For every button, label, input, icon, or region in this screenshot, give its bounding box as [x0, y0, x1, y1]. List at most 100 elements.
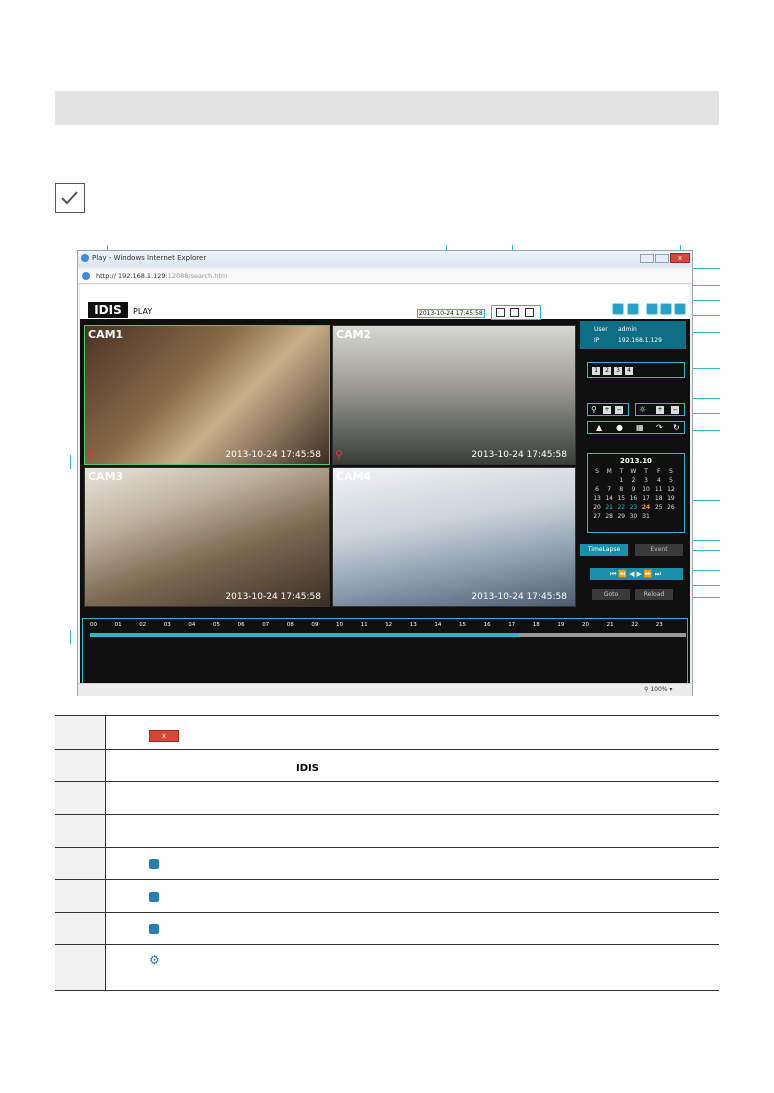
calendar-day[interactable]: 12: [665, 485, 677, 494]
user-label: User: [594, 326, 608, 333]
weekday-label: T: [644, 468, 648, 475]
camera-button-3[interactable]: 3: [614, 367, 622, 375]
camera-button-2[interactable]: 2: [603, 367, 611, 375]
calendar-day[interactable]: [591, 476, 603, 485]
calendar-day[interactable]: 30: [627, 512, 639, 521]
layout-3x3-button[interactable]: [525, 308, 534, 317]
camera-view-3[interactable]: CAM3 2013-10-24 17:45:58: [84, 467, 330, 607]
minimize-button[interactable]: [640, 254, 654, 263]
calendar-day[interactable]: 14: [603, 494, 615, 503]
calendar-day[interactable]: 27: [591, 512, 603, 521]
brightness-icon: ☼: [639, 405, 647, 414]
row-description-cell: ⚙: [105, 944, 719, 991]
export-icon[interactable]: [612, 303, 624, 315]
fast-forward-icon[interactable]: ⏩: [644, 570, 655, 578]
play-icon[interactable]: ▶: [637, 570, 644, 578]
timeline-hour-label: 18: [532, 622, 540, 628]
zoom-icon[interactable]: ⚲: [335, 448, 343, 461]
event-button[interactable]: Event: [635, 544, 683, 556]
calendar-day[interactable]: 7: [603, 485, 615, 494]
calendar-day[interactable]: [603, 476, 615, 485]
row-description-cell: x: [105, 715, 719, 750]
last-frame-icon[interactable]: ⏭: [655, 570, 663, 578]
camera-view-2[interactable]: CAM2 2013-10-24 17:45:58 ⚲: [332, 325, 576, 465]
close-button[interactable]: x: [670, 253, 690, 263]
calendar-day[interactable]: 8: [615, 485, 627, 494]
calendar-day[interactable]: 10: [639, 485, 652, 494]
calendar-day[interactable]: 1: [615, 476, 627, 485]
calendar-day[interactable]: 11: [653, 485, 665, 494]
calendar-day[interactable]: 15: [615, 494, 627, 503]
internet-explorer-icon: [81, 254, 89, 262]
calendar-day[interactable]: 31: [639, 512, 652, 521]
calendar-day[interactable]: [653, 512, 665, 521]
calendar-day[interactable]: 28: [603, 512, 615, 521]
timeline-hour-label: 07: [262, 622, 270, 628]
calendar-day[interactable]: 17: [639, 494, 652, 503]
calendar-day[interactable]: 21: [603, 503, 615, 512]
calendar-day[interactable]: 23: [627, 503, 639, 512]
calendar-day[interactable]: 5: [665, 476, 677, 485]
equalize-icon[interactable]: ▦: [636, 423, 644, 432]
callout-line: [690, 430, 720, 431]
calendar-day[interactable]: 16: [627, 494, 639, 503]
step-backward-icon[interactable]: ◀: [629, 570, 636, 578]
maximize-button[interactable]: [655, 254, 669, 263]
print-icon[interactable]: [627, 303, 639, 315]
goto-button[interactable]: Goto: [592, 589, 630, 600]
blur-icon[interactable]: ●: [616, 423, 623, 432]
camera-view-4[interactable]: CAM4 2013-10-24 17:45:58: [332, 467, 576, 607]
calendar-day[interactable]: 19: [665, 494, 677, 503]
timeline-hour-label: 16: [483, 622, 491, 628]
reload-button[interactable]: Reload: [635, 589, 673, 600]
camera-button-1[interactable]: 1: [592, 367, 600, 375]
calendar-day[interactable]: 26: [665, 503, 677, 512]
timeline[interactable]: 00 01 02 03 04 05 06 07 08 09 10 11 12 13 14 15 16 17 18 19…: [82, 618, 688, 684]
calendar-day-selected[interactable]: 24: [639, 503, 652, 512]
timeline-track[interactable]: [90, 633, 686, 637]
weekday-label: F: [657, 468, 661, 475]
calendar-day[interactable]: 18: [653, 494, 665, 503]
callout-line: [690, 285, 720, 286]
brightness-up-button[interactable]: +: [656, 406, 664, 414]
snapshot-icon[interactable]: [646, 303, 658, 315]
camera-button-4[interactable]: 4: [625, 367, 633, 375]
calendar-day[interactable]: 2: [627, 476, 639, 485]
brightness-down-button[interactable]: −: [671, 406, 679, 414]
reset-icon[interactable]: ↻: [673, 423, 680, 432]
weekday-label: S: [595, 468, 599, 475]
calendar-day[interactable]: 13: [591, 494, 603, 503]
calendar-day[interactable]: 4: [653, 476, 665, 485]
timeline-hour-label: 12: [385, 622, 393, 628]
calendar-day[interactable]: 25: [653, 503, 665, 512]
camera-view-1[interactable]: CAM1 2013-10-24 17:45:58 ⚲: [84, 325, 330, 465]
calendar-day[interactable]: [665, 512, 677, 521]
row-number-cell: [55, 749, 106, 782]
zoom-level[interactable]: ⚲ 100% ▾: [644, 686, 672, 693]
info-icon[interactable]: [660, 303, 672, 315]
interpolate-icon[interactable]: ↷: [656, 423, 663, 432]
timelapse-button[interactable]: TimeLapse: [580, 544, 628, 556]
layout-2x2-button[interactable]: [510, 308, 519, 317]
calendar-day[interactable]: 20: [591, 503, 603, 512]
calendar-day[interactable]: 3: [639, 476, 652, 485]
calendar-day[interactable]: 29: [615, 512, 627, 521]
zoom-out-button[interactable]: −: [615, 406, 623, 414]
calendar-day[interactable]: 6: [591, 485, 603, 494]
settings-icon[interactable]: [674, 303, 686, 315]
camera-timestamp: 2013-10-24 17:45:58: [471, 450, 567, 460]
callout-line: [690, 570, 720, 571]
timeline-hour-label: 15: [459, 622, 466, 628]
row-description-cell: [105, 912, 719, 945]
address-url: http:// 192.168.1.129:12088/search.htm: [96, 272, 228, 280]
callout-line: [690, 540, 720, 541]
ip-label: IP: [594, 337, 600, 344]
fast-backward-icon[interactable]: ⏪: [618, 570, 629, 578]
calendar-day[interactable]: 9: [627, 485, 639, 494]
address-bar[interactable]: http:// 192.168.1.129:12088/search.htm: [78, 269, 692, 284]
zoom-in-button[interactable]: +: [603, 406, 611, 414]
zoom-icon[interactable]: ⚲: [87, 448, 95, 461]
sharpen-icon[interactable]: ▲: [596, 423, 602, 432]
calendar-day[interactable]: 22: [615, 503, 627, 512]
layout-1x1-button[interactable]: [496, 308, 505, 317]
